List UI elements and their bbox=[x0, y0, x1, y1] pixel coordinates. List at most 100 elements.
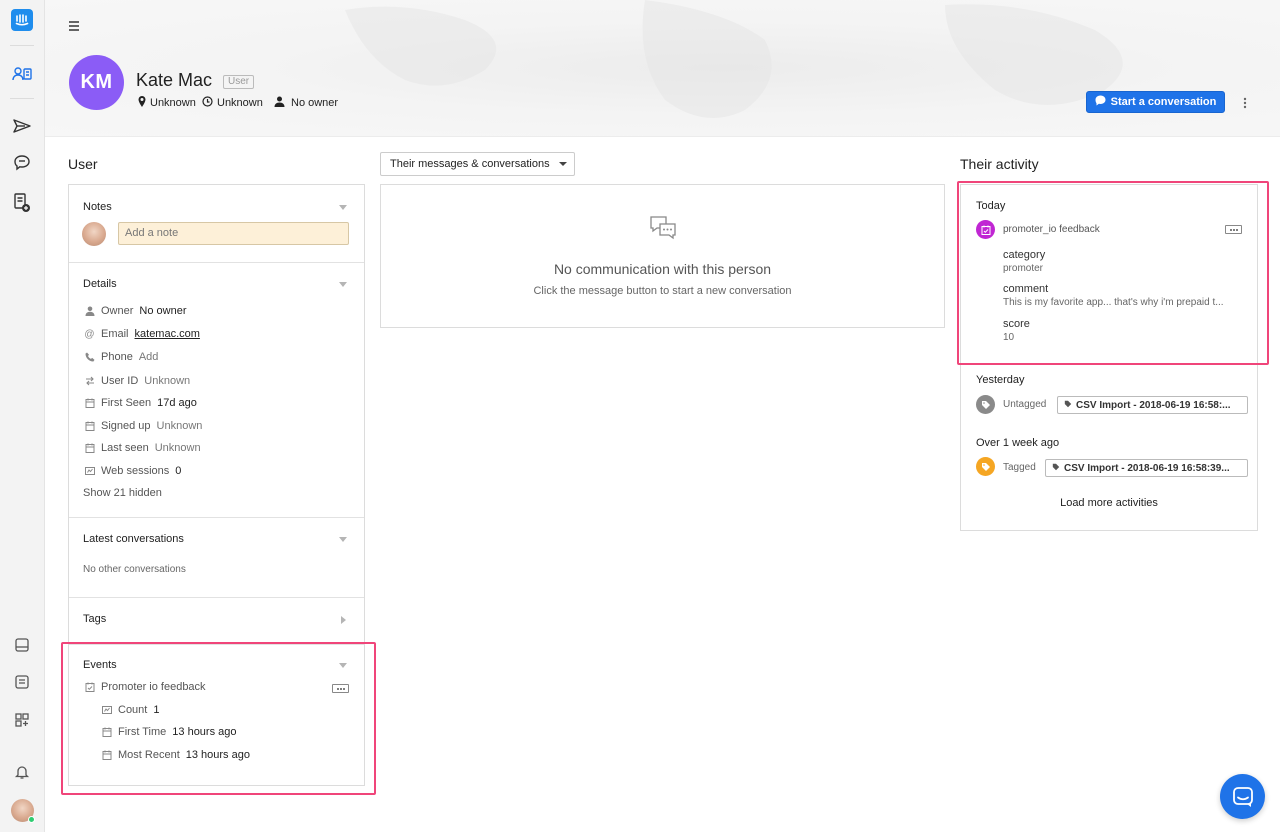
activity-older-heading: Over 1 week ago bbox=[976, 437, 1060, 449]
calendar-icon bbox=[84, 443, 95, 454]
calendar-icon bbox=[84, 421, 95, 432]
activity-yesterday-heading: Yesterday bbox=[976, 374, 1025, 386]
detail-label: Signed up bbox=[101, 420, 151, 432]
notes-title: Notes bbox=[83, 201, 112, 213]
csv-import-tag-chip[interactable]: CSV Import - 2018-06-19 16:58:39... bbox=[1045, 459, 1248, 477]
owner-value: No owner bbox=[291, 97, 339, 109]
counter-icon bbox=[84, 466, 95, 477]
tags-title: Tags bbox=[83, 613, 107, 625]
owner-meta: No owner bbox=[274, 96, 338, 110]
person-icon bbox=[274, 96, 285, 110]
hamburger-menu-icon[interactable] bbox=[68, 20, 80, 32]
detail-value: 17d ago bbox=[157, 397, 197, 409]
detail-row-user-id[interactable]: User ID Unknown bbox=[84, 374, 190, 388]
detail-value: 0 bbox=[175, 465, 182, 477]
reports-icon[interactable] bbox=[11, 671, 33, 693]
more-options-icon[interactable] bbox=[1242, 97, 1248, 109]
empty-state-title: No communication with this person bbox=[553, 261, 772, 277]
timezone-value: Unknown bbox=[217, 97, 263, 109]
untagged-label: Untagged bbox=[1003, 399, 1047, 410]
chat-bubble-icon bbox=[1095, 95, 1106, 109]
timezone-meta: Unknown bbox=[202, 96, 263, 110]
phone-icon bbox=[84, 352, 95, 363]
world-map-background bbox=[345, 0, 1123, 118]
tag-chip-label: CSV Import - 2018-06-19 16:58:... bbox=[1076, 399, 1231, 411]
user-column-title: User bbox=[68, 156, 98, 172]
detail-label: Last seen bbox=[101, 442, 149, 454]
online-status-dot bbox=[28, 816, 35, 823]
tag-icon bbox=[976, 457, 995, 476]
start-conversation-button[interactable]: Start a conversation bbox=[1086, 91, 1225, 113]
no-conversations-text: No other conversations bbox=[83, 564, 186, 575]
tags-expand-icon[interactable] bbox=[341, 616, 346, 624]
profile-header bbox=[45, 0, 1280, 137]
events-highlight-box bbox=[61, 642, 376, 795]
show-hidden-link[interactable]: Show 21 hidden bbox=[83, 487, 162, 499]
detail-value: No owner bbox=[139, 305, 187, 317]
nav-divider bbox=[10, 98, 34, 99]
detail-label: Phone bbox=[101, 351, 133, 363]
messenger-launcher-icon[interactable] bbox=[1220, 774, 1265, 819]
detail-label: User ID bbox=[101, 375, 139, 387]
location-pin-icon bbox=[138, 96, 146, 110]
articles-add-icon[interactable] bbox=[11, 192, 33, 214]
location-value: Unknown bbox=[150, 97, 196, 109]
contacts-icon[interactable] bbox=[11, 63, 33, 85]
detail-row-email[interactable]: @ Email katemac.com bbox=[84, 327, 200, 341]
csv-import-tag-chip[interactable]: CSV Import - 2018-06-19 16:58:... bbox=[1057, 396, 1248, 414]
outbound-send-icon[interactable] bbox=[11, 115, 33, 137]
messages-filter-dropdown[interactable]: Their messages & conversations bbox=[380, 152, 575, 176]
caret-down-icon bbox=[559, 162, 567, 166]
today-activity-highlight-box bbox=[957, 181, 1269, 365]
user-type-badge: User bbox=[223, 75, 255, 89]
nav-divider bbox=[10, 45, 34, 46]
load-more-activities-button[interactable]: Load more activities bbox=[961, 497, 1257, 509]
user-name: Kate Mac bbox=[136, 70, 213, 90]
detail-value: Unknown bbox=[154, 442, 201, 454]
tag-chip-label: CSV Import - 2018-06-19 16:58:39... bbox=[1064, 462, 1230, 474]
dropdown-selected-value: Their messages & conversations bbox=[390, 158, 550, 170]
section-divider bbox=[69, 517, 364, 518]
swap-icon bbox=[84, 376, 95, 387]
activity-column-title: Their activity bbox=[960, 156, 1039, 172]
add-phone-link[interactable]: Add bbox=[139, 351, 159, 363]
note-author-avatar bbox=[82, 222, 106, 246]
detail-row-web-sessions[interactable]: Web sessions 0 bbox=[84, 464, 181, 478]
clock-icon bbox=[202, 96, 213, 110]
help-book-icon[interactable] bbox=[11, 634, 33, 656]
conversation-bubbles-icon bbox=[648, 214, 678, 247]
app-store-icon[interactable] bbox=[11, 709, 33, 731]
conversations-collapse-icon[interactable] bbox=[339, 537, 347, 542]
detail-value: Unknown bbox=[156, 420, 203, 432]
detail-row-phone[interactable]: Phone Add bbox=[84, 350, 158, 364]
conversations-empty-panel bbox=[380, 184, 945, 328]
tag-small-icon bbox=[1064, 400, 1072, 411]
start-conversation-label: Start a conversation bbox=[1110, 96, 1217, 108]
detail-row-first-seen[interactable]: First Seen 17d ago bbox=[84, 396, 197, 410]
at-icon: @ bbox=[84, 328, 95, 340]
detail-label: Owner bbox=[101, 305, 134, 317]
detail-row-owner[interactable]: Owner No owner bbox=[84, 304, 186, 318]
email-link[interactable]: katemac.com bbox=[135, 328, 200, 340]
section-divider bbox=[69, 597, 364, 598]
notifications-bell-icon[interactable] bbox=[11, 761, 33, 783]
detail-label: Email bbox=[101, 328, 129, 340]
details-title: Details bbox=[83, 278, 117, 290]
detail-row-signed-up[interactable]: Signed up Unknown bbox=[84, 419, 202, 433]
detail-label: First Seen bbox=[101, 397, 152, 409]
detail-value: Unknown bbox=[144, 375, 191, 387]
tag-icon bbox=[976, 395, 995, 414]
detail-row-last-seen[interactable]: Last seen Unknown bbox=[84, 441, 201, 455]
person-icon bbox=[84, 306, 95, 317]
user-avatar: KM bbox=[69, 55, 124, 110]
detail-label: Web sessions bbox=[101, 465, 170, 477]
notes-collapse-icon[interactable] bbox=[339, 205, 347, 210]
details-collapse-icon[interactable] bbox=[339, 282, 347, 287]
intercom-logo-icon[interactable] bbox=[11, 9, 33, 31]
inbox-chat-icon[interactable] bbox=[11, 152, 33, 174]
calendar-icon bbox=[84, 398, 95, 409]
location-meta: Unknown bbox=[138, 96, 196, 110]
tag-small-icon bbox=[1052, 463, 1060, 474]
add-note-input[interactable]: Add a note bbox=[118, 222, 349, 245]
left-navigation bbox=[0, 0, 45, 832]
